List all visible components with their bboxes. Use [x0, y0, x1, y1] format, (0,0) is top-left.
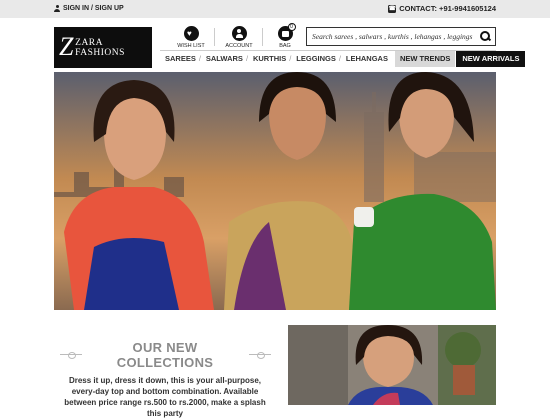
nav-item-salwars[interactable]: SALWARS [199, 51, 248, 67]
nav-new-arrivals[interactable]: NEW ARRIVALS [456, 51, 526, 67]
signin-link[interactable]: SIGN IN / SIGN UP [54, 5, 124, 12]
category-nav: SAREES SALWARS KURTHIS LEGGINGS LEHANGAS… [160, 51, 526, 67]
bag-label: BAG [279, 43, 291, 49]
ornament-icon [60, 352, 82, 359]
account-label: ACCOUNT [225, 43, 253, 49]
heart-icon: ♥ [187, 29, 192, 38]
phone-icon: ☎ [388, 4, 397, 13]
hero-banner[interactable] [54, 72, 496, 310]
nav-item-kurthis[interactable]: KURTHIS [246, 51, 291, 67]
ornament-icon [249, 352, 271, 359]
hero-image [54, 72, 496, 310]
contact-label: CONTACT: +91-9941605124 [399, 4, 496, 13]
contact-info: ☎ CONTACT: +91-9941605124 [388, 4, 496, 13]
wishlist-button[interactable]: ♥ WISH LIST [168, 26, 214, 49]
nav-new-trends[interactable]: NEW TRENDS [394, 51, 456, 67]
brand-name: ZARA FASHIONS [75, 37, 125, 58]
new-collections-section: OUR NEW COLLECTIONS Dress it up, dress i… [60, 340, 271, 419]
search-box [306, 27, 496, 46]
collections-description: Dress it up, dress it down, this is your… [64, 376, 266, 418]
search-input[interactable] [307, 28, 475, 45]
account-button[interactable]: ACCOUNT [216, 26, 262, 49]
section-title: OUR NEW COLLECTIONS [60, 340, 271, 370]
nav-item-lehangas[interactable]: LEHANGAS [339, 51, 393, 67]
nav-item-leggings[interactable]: LEGGINGS [289, 51, 341, 67]
user-icon [54, 5, 60, 12]
nav-item-sarees[interactable]: SAREES [160, 51, 201, 67]
brand-logo[interactable]: Z ZARA FASHIONS [54, 27, 152, 68]
bag-count-badge: 0 [287, 23, 296, 31]
collection-image [288, 325, 496, 405]
bag-icon [281, 31, 289, 37]
search-icon[interactable] [479, 30, 492, 43]
bag-button[interactable]: 0 BAG [262, 23, 308, 49]
signin-label: SIGN IN / SIGN UP [63, 5, 124, 12]
divider [214, 28, 215, 46]
wishlist-label: WISH LIST [177, 43, 205, 49]
top-bar: SIGN IN / SIGN UP ☎ CONTACT: +91-9941605… [0, 0, 550, 18]
collection-photo[interactable] [288, 325, 496, 405]
logo-mark: Z [59, 32, 74, 61]
collections-title: OUR NEW COLLECTIONS [116, 340, 214, 370]
